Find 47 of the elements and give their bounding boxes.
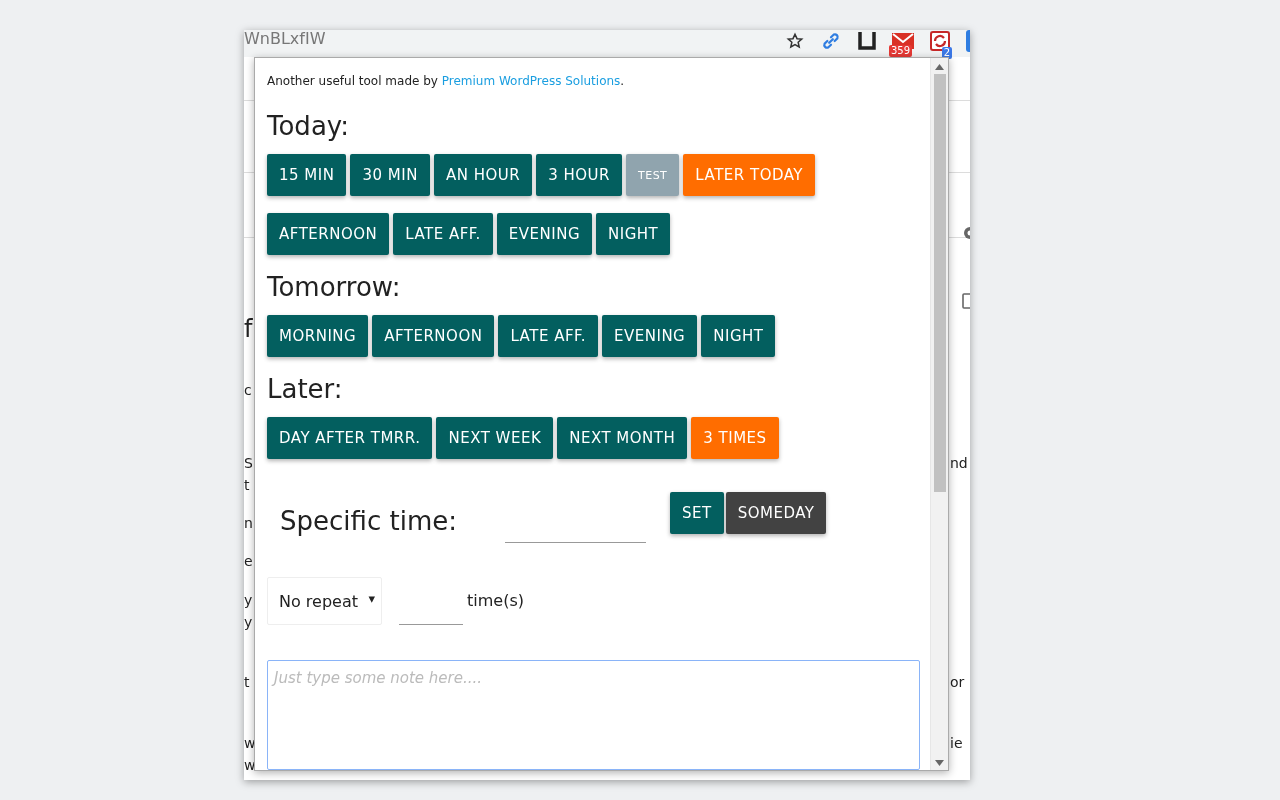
time-button[interactable]: 30 MIN bbox=[350, 154, 430, 196]
scrollbar[interactable] bbox=[930, 58, 948, 770]
time-button[interactable]: 15 MIN bbox=[267, 154, 347, 196]
page-text: e bbox=[244, 553, 253, 569]
credit-text: Another useful tool made by Premium WordPress Solutions. bbox=[267, 74, 626, 88]
repeat-select[interactable]: No repeat ▾ bbox=[267, 577, 382, 625]
time-button[interactable]: AN HOUR bbox=[433, 154, 533, 196]
specific-time-label: Specific time: bbox=[280, 506, 457, 536]
page-text: y bbox=[244, 614, 253, 630]
unit-label: time(s) bbox=[467, 591, 524, 610]
scroll-up-icon[interactable] bbox=[935, 64, 944, 70]
time-button[interactable]: LATE AFF. bbox=[498, 315, 598, 357]
page-text: t bbox=[244, 477, 250, 493]
time-button[interactable]: EVENING bbox=[602, 315, 698, 357]
time-button[interactable]: DAY AFTER TMRR. bbox=[267, 417, 433, 459]
link-icon[interactable] bbox=[820, 30, 842, 52]
scroll-down-icon[interactable] bbox=[935, 760, 944, 766]
time-button[interactable]: MORNING bbox=[267, 315, 369, 357]
page-text: nd bbox=[950, 455, 968, 471]
section-heading: Later: bbox=[267, 373, 344, 405]
page-text: S bbox=[244, 455, 253, 471]
time-button[interactable]: AFTERNOON bbox=[267, 213, 390, 255]
time-button[interactable]: NEXT WEEK bbox=[436, 417, 554, 459]
time-button[interactable]: NEXT MONTH bbox=[557, 417, 688, 459]
time-button[interactable]: AFTERNOON bbox=[372, 315, 495, 357]
time-button[interactable]: NIGHT bbox=[596, 213, 671, 255]
action-button[interactable]: SET bbox=[669, 492, 724, 534]
page-text: w bbox=[244, 735, 256, 751]
time-button[interactable]: LATE AFF. bbox=[393, 213, 493, 255]
address-text: WnBLxfIW bbox=[244, 30, 326, 48]
section-heading: Tomorrow: bbox=[267, 271, 402, 303]
page-text: ie bbox=[950, 735, 963, 751]
page-text: n bbox=[244, 515, 253, 531]
page-text: or bbox=[950, 674, 965, 690]
page-text: w bbox=[244, 757, 256, 773]
time-button[interactable]: 3 HOUR bbox=[536, 154, 622, 196]
page-text: c bbox=[244, 382, 252, 398]
action-button[interactable]: SOMEDAY bbox=[725, 492, 827, 534]
document-icon[interactable] bbox=[962, 293, 970, 309]
star-icon[interactable] bbox=[786, 31, 804, 50]
section-heading: Today: bbox=[267, 110, 351, 142]
page-text: t bbox=[244, 674, 250, 690]
time-button[interactable]: EVENING bbox=[496, 213, 593, 255]
note-field[interactable]: Just type some note here.... bbox=[267, 660, 920, 770]
page-text: y bbox=[244, 592, 253, 608]
time-button[interactable]: NIGHT bbox=[701, 315, 776, 357]
page-text: f bbox=[244, 315, 253, 343]
